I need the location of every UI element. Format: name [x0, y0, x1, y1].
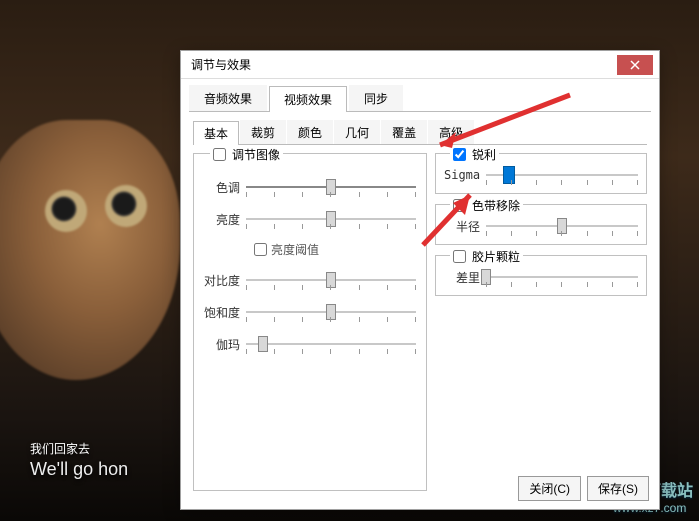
saturation-row: 饱和度: [204, 302, 416, 322]
tab-crop[interactable]: 裁剪: [240, 120, 286, 144]
slider-ticks: [246, 285, 416, 290]
dialog-titlebar: 调节与效果: [181, 51, 659, 79]
sigma-label: Sigma: [444, 168, 480, 182]
sigma-row: Sigma: [444, 165, 638, 185]
adjust-image-header: 调节图像: [210, 146, 283, 163]
image-adjust-group: 调节图像 色调 亮度 亮度阈值: [193, 153, 427, 491]
sharpen-checkbox[interactable]: [453, 148, 466, 161]
saturation-label: 饱和度: [204, 304, 240, 321]
subtitle: 我们回家去 We'll go hon: [30, 442, 128, 481]
hue-slider[interactable]: [246, 177, 416, 197]
contrast-label: 对比度: [204, 272, 240, 289]
contrast-row: 对比度: [204, 270, 416, 290]
saturation-slider[interactable]: [246, 302, 416, 322]
slider-ticks: [246, 317, 416, 322]
tab-audio-effects[interactable]: 音频效果: [189, 85, 267, 111]
dialog-footer: 关闭(C) 保存(S): [518, 476, 649, 501]
subtitle-cn: 我们回家去: [30, 442, 128, 458]
close-dialog-button[interactable]: 关闭(C): [518, 476, 581, 501]
tab-sync[interactable]: 同步: [349, 85, 403, 111]
radius-row: 半径: [444, 216, 638, 236]
close-icon: [630, 60, 640, 70]
slider-track: [246, 343, 416, 345]
save-button[interactable]: 保存(S): [587, 476, 649, 501]
radius-label: 半径: [444, 218, 480, 235]
slider-ticks: [486, 282, 638, 287]
grain-header: 胶片颗粒: [450, 248, 523, 265]
right-column: 锐利 Sigma 色带移除 半径: [435, 153, 647, 491]
slider-ticks: [246, 192, 416, 197]
tab-video-effects[interactable]: 视频效果: [269, 86, 347, 112]
hue-label: 色调: [204, 179, 240, 196]
sharpen-group: 锐利 Sigma: [435, 153, 647, 194]
sharpen-header: 锐利: [450, 146, 499, 163]
panel-body: 调节图像 色调 亮度 亮度阈值: [181, 145, 659, 495]
grain-checkbox[interactable]: [453, 250, 466, 263]
variance-slider[interactable]: [486, 267, 638, 287]
slider-ticks: [246, 349, 416, 354]
tab-color[interactable]: 颜色: [287, 120, 333, 144]
grain-group: 胶片颗粒 差里: [435, 255, 647, 296]
banding-checkbox[interactable]: [453, 199, 466, 212]
brightness-threshold-checkbox[interactable]: [254, 243, 267, 256]
banding-label: 色带移除: [472, 197, 520, 214]
contrast-slider[interactable]: [246, 270, 416, 290]
eye: [105, 185, 147, 227]
adjust-image-checkbox[interactable]: [213, 148, 226, 161]
main-tabs: 音频效果 视频效果 同步: [189, 85, 651, 112]
subtitle-en: We'll go hon: [30, 458, 128, 481]
variance-row: 差里: [444, 267, 638, 287]
brightness-slider[interactable]: [246, 209, 416, 229]
brightness-row: 亮度: [204, 209, 416, 229]
brightness-threshold-row: 亮度阈值: [254, 241, 416, 258]
slider-ticks: [246, 224, 416, 229]
tab-basic[interactable]: 基本: [193, 121, 239, 145]
sigma-slider[interactable]: [486, 165, 638, 185]
effects-dialog: 调节与效果 音频效果 视频效果 同步 基本 裁剪 颜色 几何 覆盖 高级 调节图…: [180, 50, 660, 510]
gamma-slider[interactable]: [246, 334, 416, 354]
dialog-title: 调节与效果: [191, 51, 251, 79]
sharpen-label: 锐利: [472, 146, 496, 163]
slider-track: [486, 276, 638, 278]
tab-geometry[interactable]: 几何: [334, 120, 380, 144]
banding-header: 色带移除: [450, 197, 523, 214]
grain-label: 胶片颗粒: [472, 248, 520, 265]
close-button[interactable]: [617, 55, 653, 75]
slider-ticks: [486, 231, 638, 236]
banding-group: 色带移除 半径: [435, 204, 647, 245]
gamma-row: 伽玛: [204, 334, 416, 354]
brightness-threshold-label: 亮度阈值: [271, 241, 319, 258]
gamma-label: 伽玛: [204, 336, 240, 353]
tab-advanced[interactable]: 高级: [428, 120, 474, 144]
brightness-label: 亮度: [204, 211, 240, 228]
hue-row: 色调: [204, 177, 416, 197]
adjust-image-label: 调节图像: [232, 146, 280, 163]
sub-tabs: 基本 裁剪 颜色 几何 覆盖 高级: [193, 120, 647, 145]
tab-overlay[interactable]: 覆盖: [381, 120, 427, 144]
slider-ticks: [486, 180, 638, 185]
eye: [45, 190, 87, 232]
radius-slider[interactable]: [486, 216, 638, 236]
variance-label: 差里: [444, 269, 480, 286]
